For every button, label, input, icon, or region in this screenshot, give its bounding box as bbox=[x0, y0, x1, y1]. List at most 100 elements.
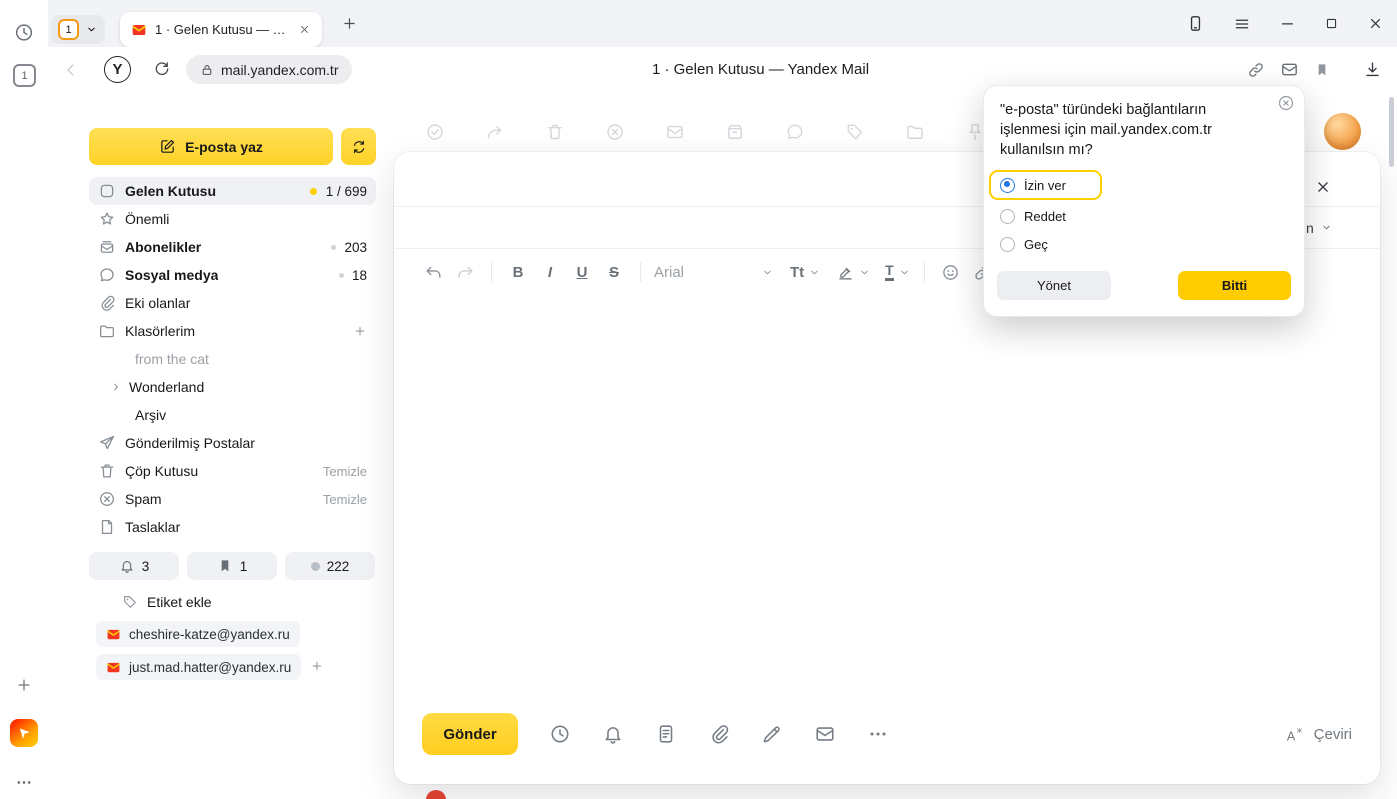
sidebar-item-inbox[interactable]: Gelen Kutusu 1 / 699 bbox=[89, 177, 376, 205]
clear-folder-link[interactable]: Temizle bbox=[323, 492, 367, 507]
manage-button[interactable]: Yönet bbox=[997, 271, 1111, 300]
italic-button[interactable]: I bbox=[537, 259, 563, 285]
sidebar-item-spam[interactable]: Spam Temizle bbox=[89, 485, 376, 513]
schedule-clock-icon[interactable] bbox=[549, 723, 571, 745]
radio-icon[interactable] bbox=[1000, 209, 1015, 224]
folder-label: Taslaklar bbox=[125, 519, 180, 535]
sidebar-item-archive[interactable]: Arşiv bbox=[89, 401, 376, 429]
history-clock-icon[interactable] bbox=[14, 22, 35, 43]
mail-shortcut-icon[interactable] bbox=[1280, 60, 1299, 79]
share-link-icon[interactable] bbox=[1247, 61, 1265, 79]
close-compose-icon[interactable] bbox=[1314, 178, 1332, 196]
back-button[interactable] bbox=[62, 61, 80, 79]
send-to-device-icon[interactable] bbox=[1186, 14, 1205, 33]
expand-fields-toggle[interactable]: n bbox=[1306, 207, 1333, 248]
radio-option-skip[interactable]: Geç bbox=[989, 230, 1288, 258]
downloads-icon[interactable] bbox=[1363, 60, 1382, 79]
template-note-icon[interactable] bbox=[655, 723, 677, 745]
close-window-button[interactable] bbox=[1367, 15, 1384, 32]
strikethrough-button[interactable]: S bbox=[601, 259, 627, 285]
folder-label: Eki olanlar bbox=[125, 295, 190, 311]
account-item[interactable]: just.mad.hatter@yandex.ru bbox=[96, 654, 301, 680]
sidebar-item-social[interactable]: Sosyal medya 18 bbox=[89, 261, 376, 289]
paper-plane-icon bbox=[98, 434, 116, 452]
browser-tab-active[interactable]: 1 · Gelen Kutusu — Yand... bbox=[120, 12, 322, 47]
page-scrollbar[interactable] bbox=[1389, 97, 1394, 167]
chat-bubble-icon bbox=[98, 266, 116, 284]
yandex-mail-icon bbox=[106, 627, 121, 642]
recipient-input[interactable] bbox=[424, 176, 980, 193]
radio-selected-icon[interactable] bbox=[1000, 178, 1015, 193]
chevron-down-icon bbox=[761, 266, 774, 279]
minimize-button[interactable] bbox=[1279, 15, 1296, 32]
yandex-services-button[interactable]: Y bbox=[104, 56, 131, 83]
sidebar-item-drafts[interactable]: Taslaklar bbox=[89, 513, 376, 541]
envelope-icon[interactable] bbox=[814, 723, 836, 745]
browser-window: 1 1 1 · Gelen Kutusu — Yand... Y bbox=[0, 0, 1397, 799]
flagged-pill[interactable]: 1 bbox=[187, 552, 277, 580]
rail-more-button[interactable] bbox=[15, 773, 34, 792]
signature-pen-icon[interactable] bbox=[761, 723, 783, 745]
sidebar-item-my-folders[interactable]: Klasörlerim bbox=[89, 317, 376, 345]
tab-close-icon[interactable] bbox=[298, 23, 311, 36]
reminder-bell-icon[interactable] bbox=[602, 723, 624, 745]
sidebar-item-with-attachments[interactable]: Eki olanlar bbox=[89, 289, 376, 317]
user-avatar[interactable] bbox=[1324, 113, 1361, 150]
done-button[interactable]: Bitti bbox=[1178, 271, 1291, 300]
compose-button[interactable]: E-posta yaz bbox=[89, 128, 333, 165]
add-account-button[interactable] bbox=[310, 659, 324, 673]
chevron-right-icon[interactable] bbox=[109, 380, 123, 394]
attach-paperclip-icon[interactable] bbox=[708, 723, 730, 745]
tab-group-button[interactable]: 1 bbox=[51, 15, 105, 44]
maximize-button[interactable] bbox=[1324, 16, 1339, 31]
sidebar-item-wonderland[interactable]: Wonderland bbox=[89, 373, 376, 401]
popup-message: "e-posta" türündeki bağlantıların işlenm… bbox=[1000, 100, 1288, 160]
emoji-button[interactable] bbox=[938, 259, 964, 285]
new-tab-button[interactable] bbox=[341, 15, 358, 32]
translate-button[interactable]: Çeviri bbox=[1286, 724, 1352, 744]
highlight-color-dropdown[interactable] bbox=[837, 264, 871, 281]
sidebar-item-trash[interactable]: Çöp Kutusu Temizle bbox=[89, 457, 376, 485]
sidebar-item-important[interactable]: Önemli bbox=[89, 205, 376, 233]
sidebar-item-subscriptions[interactable]: Abonelikler 203 bbox=[89, 233, 376, 261]
send-button[interactable]: Gönder bbox=[422, 713, 518, 755]
more-options-icon[interactable] bbox=[867, 723, 889, 745]
text-color-dropdown[interactable]: T bbox=[885, 263, 911, 281]
browser-menu-button[interactable] bbox=[1233, 15, 1251, 33]
clear-folder-link[interactable]: Temizle bbox=[323, 464, 367, 479]
bold-button[interactable]: B bbox=[505, 259, 531, 285]
tag-icon bbox=[845, 122, 865, 142]
radio-option-deny[interactable]: Reddet bbox=[989, 202, 1288, 230]
refresh-mail-button[interactable] bbox=[341, 128, 376, 165]
tab-counter-badge[interactable]: 1 bbox=[13, 64, 36, 87]
sidebar-item-from-the-cat[interactable]: from the cat bbox=[89, 345, 376, 373]
message-body[interactable] bbox=[394, 295, 1380, 698]
reload-button[interactable] bbox=[153, 60, 171, 78]
add-folder-icon[interactable] bbox=[353, 324, 367, 338]
add-label-button[interactable]: Etiket ekle bbox=[122, 588, 212, 616]
font-size-dropdown[interactable]: Tt bbox=[790, 264, 821, 281]
yandex-browser-logo[interactable] bbox=[10, 719, 38, 747]
radio-option-allow[interactable]: İzin ver bbox=[989, 170, 1102, 200]
bookmark-flag-icon[interactable] bbox=[1314, 62, 1330, 78]
redo-button[interactable] bbox=[452, 259, 478, 285]
yandex-mail-favicon bbox=[131, 22, 147, 38]
popup-buttons: Yönet Bitti bbox=[997, 271, 1291, 300]
sidebar-item-sent[interactable]: Gönderilmiş Postalar bbox=[89, 429, 376, 457]
add-panel-button[interactable] bbox=[15, 676, 33, 694]
underline-button[interactable]: U bbox=[569, 259, 595, 285]
popup-close-icon[interactable] bbox=[1277, 94, 1295, 112]
chevron-down-icon bbox=[808, 266, 821, 279]
chevron-down-icon bbox=[85, 23, 98, 36]
reminders-pill[interactable]: 3 bbox=[89, 552, 179, 580]
radio-icon[interactable] bbox=[1000, 237, 1015, 252]
undo-button[interactable] bbox=[420, 259, 446, 285]
address-bar[interactable]: mail.yandex.com.tr bbox=[186, 55, 352, 84]
subject-input[interactable] bbox=[424, 219, 980, 236]
account-item[interactable]: cheshire-katze@yandex.ru bbox=[96, 621, 300, 647]
unread-pill[interactable]: 222 bbox=[285, 552, 375, 580]
font-family-dropdown[interactable]: Arial bbox=[654, 264, 774, 281]
protocol-handler-popup: "e-posta" türündeki bağlantıların işlenm… bbox=[983, 85, 1305, 317]
spam-x-icon bbox=[605, 122, 625, 142]
envelope-icon bbox=[665, 122, 685, 142]
